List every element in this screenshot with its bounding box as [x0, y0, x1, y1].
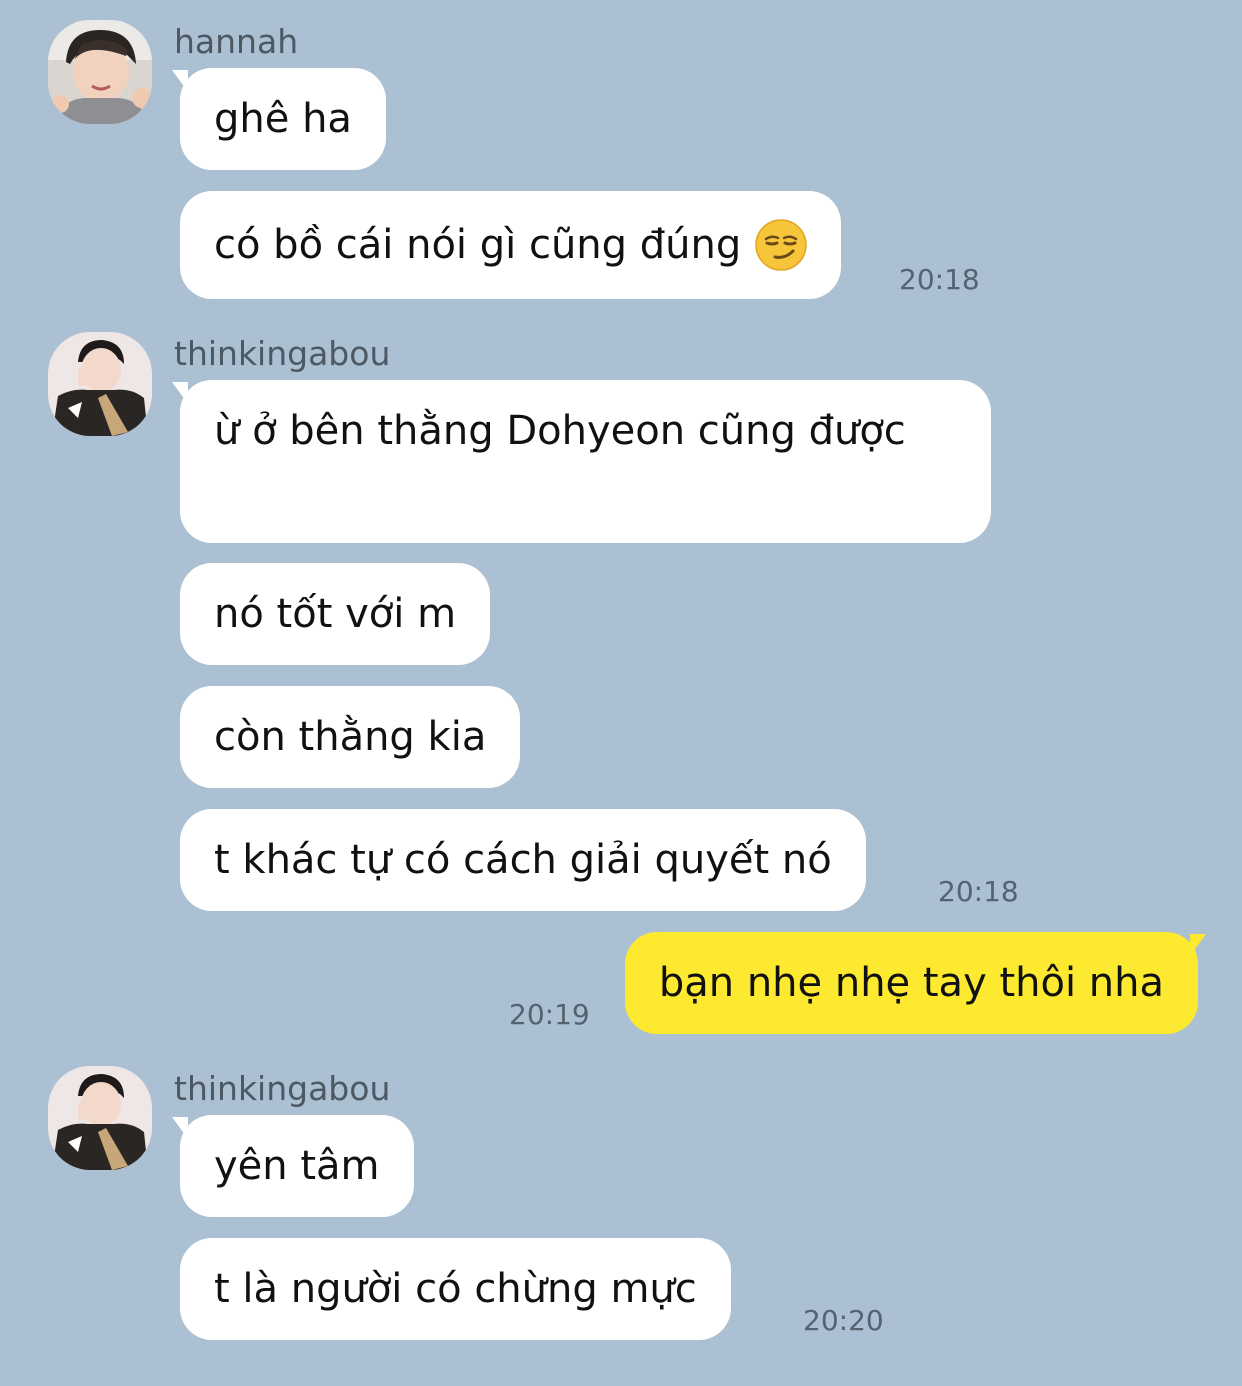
bubble-tail — [172, 1117, 188, 1139]
message-text: t khác tự có cách giải quyết nó — [214, 837, 832, 883]
avatar-photo-icon — [48, 20, 152, 124]
bubble-tail — [172, 382, 188, 404]
smirking-face-emoji-icon — [755, 219, 807, 271]
sender-name: hannah — [174, 22, 299, 61]
message-timestamp: 20:19 — [509, 998, 590, 1031]
avatar-thinkingabou[interactable] — [48, 1066, 152, 1170]
message-text: nó tốt với m — [214, 591, 457, 637]
message-bubble[interactable]: t khác tự có cách giải quyết nó — [180, 809, 866, 911]
message-text: có bồ cái nói gì cũng đúng — [214, 222, 742, 268]
message-timestamp: 20:18 — [938, 875, 1019, 908]
bubble-tail — [1190, 934, 1206, 956]
message-text: t là người có chừng mực — [214, 1266, 697, 1312]
avatar-hannah[interactable] — [48, 20, 152, 124]
sender-name: thinkingabou — [174, 1069, 391, 1108]
message-bubble[interactable]: yên tâm — [172, 1115, 414, 1217]
message-bubble[interactable]: còn thằng kia — [180, 686, 521, 788]
message-text: yên tâm — [214, 1143, 380, 1189]
outgoing-message-bubble[interactable]: bạn nhẹ nhẹ tay thôi nha — [624, 932, 1206, 1034]
message-bubble[interactable]: có bồ cái nói gì cũng đúng — [180, 191, 842, 299]
message-timestamp: 20:18 — [899, 263, 980, 296]
message-timestamp: 20:20 — [803, 1304, 884, 1337]
message-bubble[interactable]: t là người có chừng mực — [180, 1238, 731, 1340]
message-text: ừ ở bên thằng Dohyeon cũng được — [214, 408, 906, 454]
sender-name: thinkingabou — [174, 334, 391, 373]
message-text: bạn nhẹ nhẹ tay thôi nha — [658, 960, 1164, 1006]
bubble-tail — [172, 70, 188, 92]
message-text: ghê ha — [214, 96, 352, 142]
avatar-photo-icon — [48, 332, 152, 436]
message-bubble[interactable]: ghê ha — [172, 68, 386, 170]
avatar-thinkingabou[interactable] — [48, 332, 152, 436]
message-text: còn thằng kia — [214, 714, 487, 760]
message-bubble[interactable]: ừ ở bên thằng Dohyeon cũng được — [172, 380, 991, 543]
avatar-photo-icon — [48, 1066, 152, 1170]
message-bubble[interactable]: nó tốt với m — [180, 563, 491, 665]
